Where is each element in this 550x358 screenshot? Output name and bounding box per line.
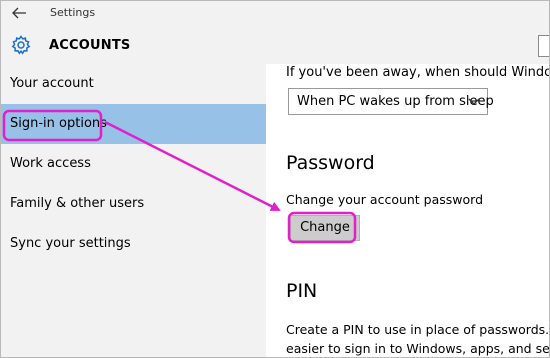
sidebar-item-label: Sync your settings bbox=[10, 236, 131, 251]
back-button[interactable] bbox=[10, 4, 30, 22]
require-signin-dropdown[interactable]: When PC wakes up from sleep bbox=[288, 88, 494, 115]
back-arrow-icon bbox=[12, 7, 26, 19]
dropdown-value: When PC wakes up from sleep bbox=[297, 94, 494, 109]
search-box[interactable] bbox=[538, 35, 549, 57]
pin-heading: PIN bbox=[286, 280, 318, 302]
sidebar: Your account Sign-in options Work access… bbox=[1, 64, 266, 357]
title-bar: Settings bbox=[1, 1, 549, 27]
pin-description: Create a PIN to use in place of password… bbox=[286, 320, 550, 357]
sidebar-item-work-access[interactable]: Work access bbox=[1, 144, 266, 184]
chevron-down-icon bbox=[468, 98, 480, 105]
sidebar-item-sign-in-options[interactable]: Sign-in options bbox=[1, 104, 266, 144]
content-pane: If you've been away, when should Windows… bbox=[266, 64, 550, 357]
window-title: Settings bbox=[50, 6, 96, 19]
page-title: ACCOUNTS bbox=[49, 38, 131, 53]
gear-icon bbox=[10, 34, 32, 56]
settings-window: Settings ACCOUNTS Your account Sign-in o… bbox=[0, 0, 550, 358]
sidebar-item-sync-settings[interactable]: Sync your settings bbox=[1, 224, 266, 264]
sidebar-item-label: Family & other users bbox=[10, 196, 145, 211]
password-description: Change your account password bbox=[286, 192, 484, 207]
password-heading: Password bbox=[286, 152, 375, 174]
change-password-button[interactable]: Change bbox=[290, 215, 360, 241]
require-signin-text: If you've been away, when should Windows… bbox=[286, 65, 549, 80]
page-header: ACCOUNTS bbox=[1, 27, 549, 64]
pin-description-line-1: Create a PIN to use in place of password… bbox=[286, 322, 550, 337]
sidebar-item-label: Your account bbox=[10, 76, 94, 91]
sidebar-item-label: Work access bbox=[10, 156, 91, 171]
sidebar-item-label: Sign-in options bbox=[10, 116, 107, 131]
sidebar-item-family-other-users[interactable]: Family & other users bbox=[1, 184, 266, 224]
pin-description-line-2: easier to sign in to Windows, apps, and … bbox=[286, 341, 550, 356]
sidebar-item-your-account[interactable]: Your account bbox=[1, 64, 266, 104]
